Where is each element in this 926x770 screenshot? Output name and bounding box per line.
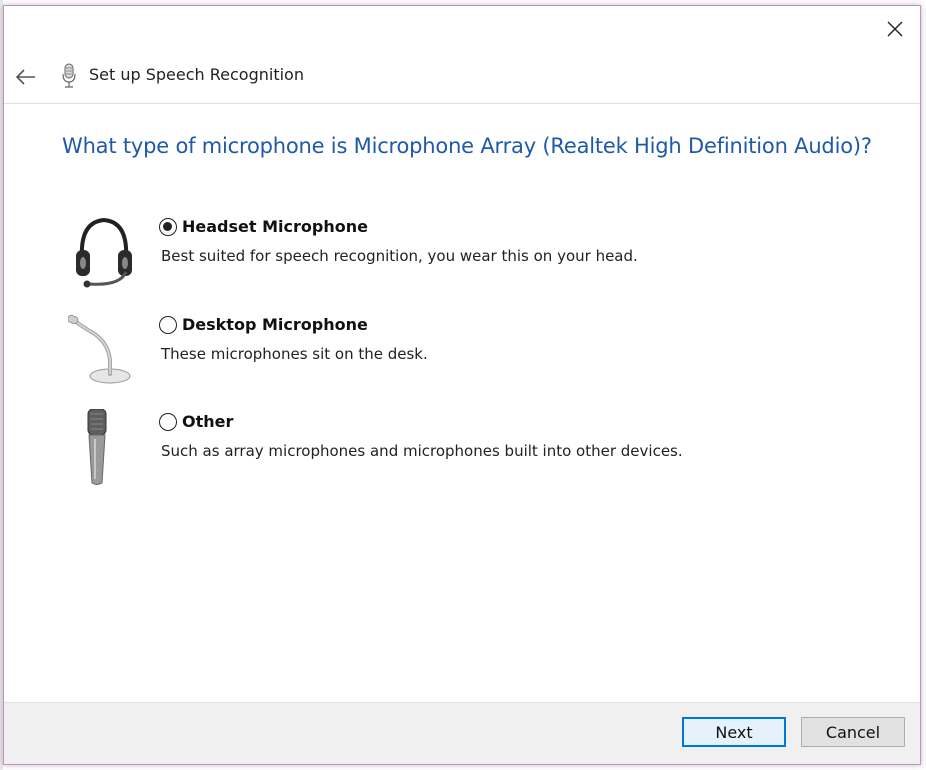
wizard-title: Set up Speech Recognition (89, 65, 304, 84)
speech-setup-dialog: Set up Speech Recognition What type of m… (3, 5, 921, 765)
handheld-microphone-icon (87, 409, 107, 485)
headset-label: Headset Microphone (182, 217, 368, 236)
desktop-microphone-icon (68, 314, 131, 384)
close-button[interactable] (880, 14, 910, 44)
other-description: Such as array microphones and microphone… (161, 442, 683, 460)
close-icon (887, 21, 903, 37)
option-desktop[interactable]: Desktop Microphone These microphones sit… (4, 312, 884, 402)
other-label: Other (182, 412, 234, 431)
desktop-description: These microphones sit on the desk. (161, 345, 428, 363)
headset-radio[interactable] (159, 218, 177, 236)
microphone-icon (62, 63, 76, 88)
other-radio[interactable] (159, 413, 177, 431)
option-other[interactable]: Other Such as array microphones and micr… (4, 409, 884, 499)
option-headset[interactable]: Headset Microphone Best suited for speec… (4, 214, 884, 304)
next-button[interactable]: Next (682, 717, 786, 747)
headset-description: Best suited for speech recognition, you … (161, 247, 638, 265)
back-arrow-icon (16, 69, 35, 85)
headset-microphone-icon (76, 217, 132, 288)
dialog-footer: Next Cancel (4, 702, 920, 764)
desktop-radio[interactable] (159, 316, 177, 334)
back-button[interactable] (12, 63, 40, 91)
page-question: What type of microphone is Microphone Ar… (62, 134, 872, 158)
wizard-header: Set up Speech Recognition (4, 54, 920, 104)
cancel-button[interactable]: Cancel (801, 717, 905, 747)
desktop-label: Desktop Microphone (182, 315, 368, 334)
